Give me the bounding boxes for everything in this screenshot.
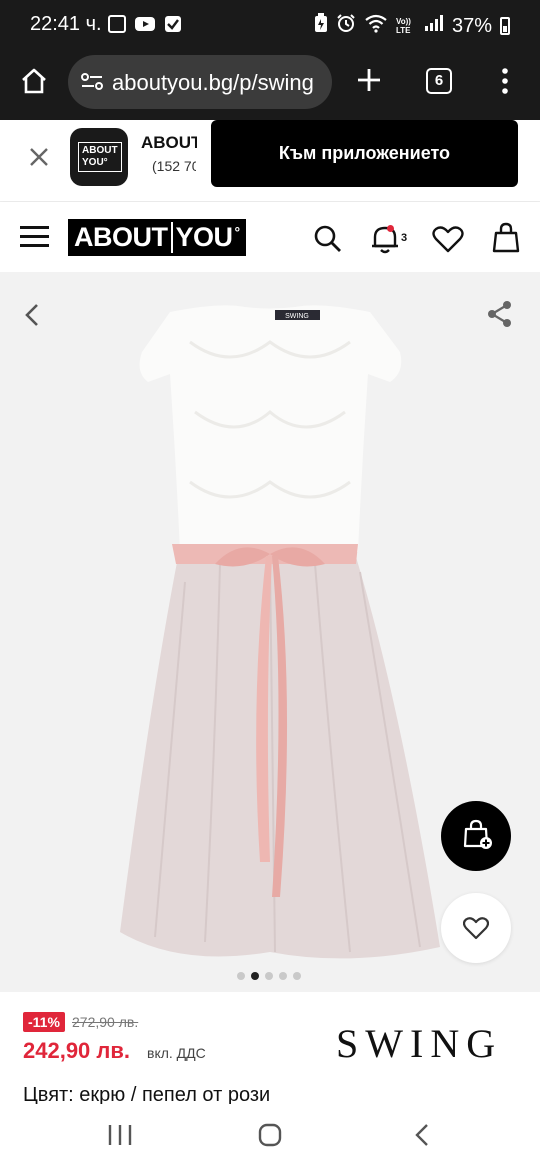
menu-icon[interactable] [20,226,49,247]
site-logo[interactable]: ABOUT YOU ° [68,219,246,256]
browser-toolbar: aboutyou.bg/p/swing 6 [0,50,540,120]
gallery-icon [108,15,126,33]
gallery-dot[interactable] [293,972,301,980]
system-navigation-bar [0,1104,540,1170]
back-button-icon[interactable] [414,1123,430,1152]
bell-icon[interactable] [370,223,400,260]
address-bar[interactable]: aboutyou.bg/p/swing [68,55,332,109]
dress-image: SWING [120,305,440,959]
recent-apps-icon[interactable] [107,1124,133,1151]
back-arrow-icon[interactable] [24,302,40,333]
new-tab-icon[interactable] [356,67,382,98]
app-rating: (152 709) [152,158,196,174]
garment-label: SWING [285,313,309,320]
menu-dots-icon[interactable] [500,67,510,100]
status-time: 22:41 ч. [30,13,102,35]
share-icon[interactable] [486,300,514,333]
home-button-icon[interactable] [258,1123,282,1152]
url-text: aboutyou.bg/p/swing [112,70,314,95]
heart-outline-icon [463,917,489,940]
battery-saver-icon [314,13,328,39]
brand-logo[interactable]: SWING [336,1020,502,1067]
app-install-banner: ABOUT YOU° ABOUT YOU (152 709) Към прило… [0,120,540,202]
wifi-icon [364,13,388,39]
home-icon[interactable] [20,67,48,100]
close-icon[interactable] [29,147,49,172]
battery-icon [500,17,510,35]
search-icon[interactable] [313,224,343,259]
add-to-bag-button[interactable] [441,801,511,871]
old-price: 272,90 лв. [72,1014,139,1030]
site-settings-icon[interactable] [80,71,104,98]
site-header: ABOUT YOU ° 3 [0,202,540,272]
product-gallery[interactable]: SWING [0,272,540,992]
notification-icons [108,15,182,38]
bag-add-icon [463,819,492,849]
signal-icon [424,14,444,38]
current-price: 242,90 лв. [23,1038,131,1063]
gallery-dot[interactable] [237,972,245,980]
gallery-dot[interactable] [265,972,273,980]
system-icons: Vo)) LTE 37% [314,13,510,39]
notification-count: 3 [401,232,408,244]
alarm-icon [336,13,356,39]
notification-dot [387,225,394,232]
check-box-icon [164,15,182,38]
status-bar: 22:41 ч. Vo)) LTE 37% [0,0,540,50]
vat-note: вкл. ДДС [147,1045,206,1061]
gallery-pagination [237,972,301,980]
app-name: ABOUT YOU [141,133,197,152]
wishlist-button[interactable] [441,893,511,963]
gallery-dot[interactable] [279,972,287,980]
tab-switcher-button[interactable]: 6 [426,68,452,94]
bag-icon[interactable] [492,222,520,259]
battery-percent: 37% [451,14,492,37]
app-logo-mark: ABOUT YOU° [78,142,122,172]
heart-icon[interactable] [432,225,464,258]
color-info: Цвят: екрю / пепел от рози [23,1084,271,1104]
open-app-button[interactable]: Към приложението [211,120,518,187]
youtube-icon [134,15,156,38]
volte-icon: Vo)) LTE [395,17,411,35]
app-logo: ABOUT YOU° [70,128,128,186]
gallery-dot-active[interactable] [251,972,259,980]
discount-badge: -11% [23,1012,65,1032]
